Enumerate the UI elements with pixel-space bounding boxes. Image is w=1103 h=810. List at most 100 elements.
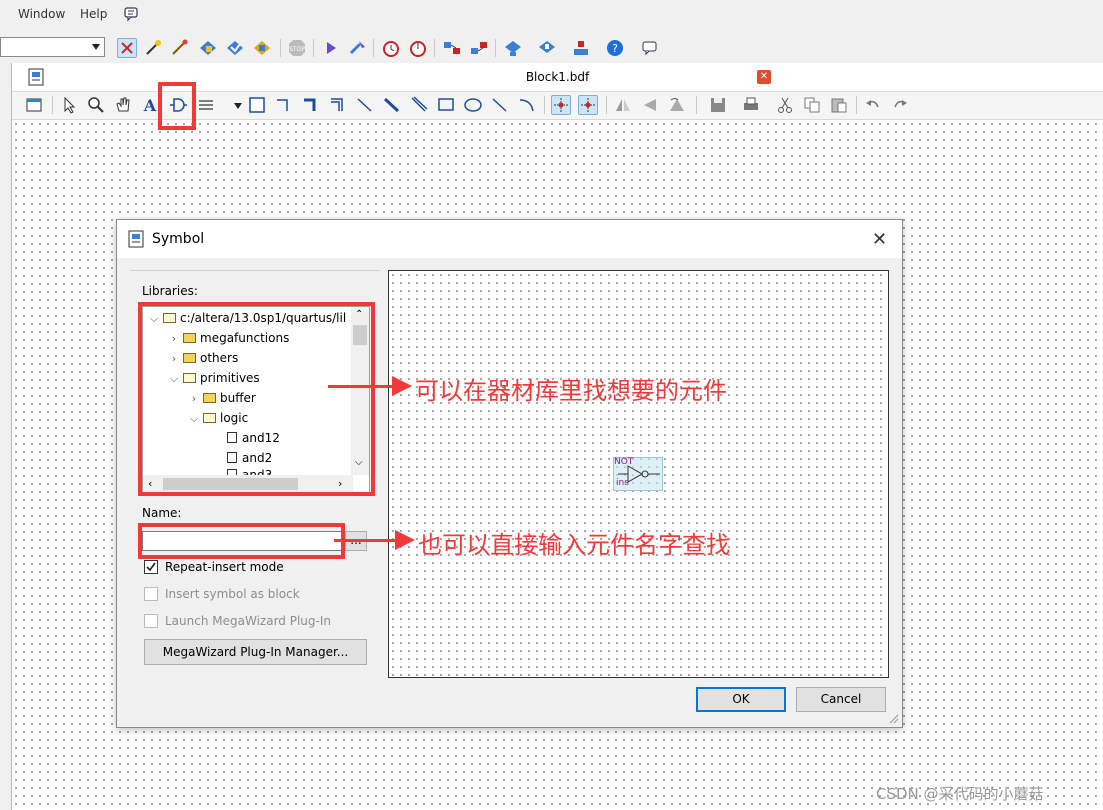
flip-horizontal-icon[interactable] (613, 95, 633, 115)
main-toolbar: STOP ? (0, 33, 1103, 64)
menu-bar: Window Help (0, 0, 1103, 30)
rotate-icon[interactable] (667, 95, 687, 115)
save-icon[interactable] (708, 95, 728, 115)
arrow-head-icon (395, 530, 415, 550)
divider (130, 270, 380, 271)
assignment-icon[interactable] (170, 38, 190, 58)
insert-as-block-checkbox[interactable] (144, 587, 158, 601)
partial-line-selection-icon[interactable] (551, 95, 571, 115)
rubberbanding-icon[interactable] (578, 95, 598, 115)
symbol-preview: NOT ins (388, 270, 889, 678)
toolbar-separator (606, 96, 607, 114)
menu-window[interactable]: Window (18, 7, 65, 21)
left-panel (0, 63, 12, 810)
technology-map-icon[interactable] (469, 38, 489, 58)
annotation-arrow (328, 385, 400, 388)
ok-button[interactable]: OK (696, 687, 786, 712)
toolbar-separator (544, 96, 545, 114)
chat-help-icon[interactable] (123, 6, 139, 22)
svg-text:?: ? (612, 42, 618, 55)
programmer-icon[interactable] (503, 38, 523, 58)
diagonal-node-icon[interactable] (355, 95, 375, 115)
dialog-titlebar: Symbol ✕ (117, 220, 902, 258)
annotation-arrow (334, 539, 400, 542)
arc-tool-icon[interactable] (517, 95, 537, 115)
help-icon[interactable]: ? (605, 38, 625, 58)
symbol-tool-highlight (158, 82, 196, 130)
library-annotation: 可以在器材库里找想要的元件 (415, 377, 727, 405)
libraries-highlight (138, 302, 375, 496)
stop-icon[interactable]: STOP (287, 38, 307, 58)
cancel-button[interactable]: Cancel (796, 687, 886, 712)
toolbar-separator (52, 96, 53, 114)
close-document-icon[interactable]: ✕ (757, 70, 771, 84)
cut-icon[interactable] (775, 95, 795, 115)
dropdown-arrow-icon[interactable] (92, 44, 100, 50)
launch-megawizard-checkbox[interactable] (144, 614, 158, 628)
block-tool-icon[interactable] (247, 95, 267, 115)
undo-icon[interactable] (863, 95, 883, 115)
analysis-icon[interactable] (198, 38, 218, 58)
project-combo[interactable] (0, 37, 105, 57)
text-tool-icon[interactable]: A (140, 95, 160, 115)
arrow-head-icon (392, 376, 412, 396)
powerplay-icon[interactable] (408, 38, 428, 58)
fitter-icon[interactable] (117, 38, 137, 58)
paste-icon[interactable] (829, 95, 849, 115)
dropdown-arrow-icon[interactable] (234, 103, 242, 109)
name-annotation: 也可以直接输入元件名字查找 (418, 531, 730, 559)
not-gate-symbol: NOT ins (613, 457, 663, 491)
orthogonal-node-icon[interactable] (274, 95, 294, 115)
repeat-insert-label: Repeat-insert mode (165, 560, 284, 574)
name-label: Name: (142, 506, 182, 520)
hand-tool-icon[interactable] (113, 95, 133, 115)
svg-text:A: A (143, 96, 157, 115)
megawizard-manager-button[interactable]: MegaWizard Plug-In Manager... (144, 639, 367, 665)
redo-icon[interactable] (890, 95, 910, 115)
dialog-title: Symbol (152, 231, 205, 247)
menu-help[interactable]: Help (80, 7, 107, 21)
toolbar-separator (495, 39, 496, 57)
toolbar-separator (280, 39, 281, 57)
start-compilation-icon[interactable] (321, 38, 341, 58)
symbol-dialog-icon (128, 230, 144, 248)
timequest-icon[interactable] (381, 38, 401, 58)
zoom-tool-icon[interactable] (86, 95, 106, 115)
toolbar-separator (434, 39, 435, 57)
selection-tool-icon[interactable] (59, 95, 79, 115)
orthogonal-bus-icon[interactable] (301, 95, 321, 115)
pin-tool-icon[interactable] (196, 95, 216, 115)
toolbar-separator (313, 39, 314, 57)
toolbar-separator (373, 39, 374, 57)
pin-planner-icon[interactable] (144, 38, 164, 58)
rectangle-tool-icon[interactable] (436, 95, 456, 115)
rtl-viewer-icon[interactable] (442, 38, 462, 58)
signaltap-icon[interactable] (571, 38, 591, 58)
instance-label: ins (616, 478, 629, 488)
detach-window-icon[interactable] (24, 95, 44, 115)
copy-icon[interactable] (802, 95, 822, 115)
diagonal-conduit-icon[interactable] (409, 95, 429, 115)
repeat-insert-checkbox[interactable] (144, 560, 158, 574)
chip-planner-icon[interactable] (537, 38, 557, 58)
flip-vertical-icon[interactable] (640, 95, 660, 115)
line-tool-icon[interactable] (490, 95, 510, 115)
oval-tool-icon[interactable] (463, 95, 483, 115)
libraries-label: Libraries: (142, 284, 198, 298)
insert-as-block-label: Insert symbol as block (165, 587, 300, 601)
start-analysis-icon[interactable] (348, 38, 368, 58)
launch-megawizard-label: Launch MegaWizard Plug-In (165, 614, 331, 628)
watermark: CSDN @采代码的小蘑菇 (876, 785, 1044, 803)
toolbar-separator (696, 96, 697, 114)
timing-icon[interactable] (252, 38, 272, 58)
whats-this-icon[interactable] (640, 38, 660, 58)
toolbar-separator (856, 96, 857, 114)
diagonal-bus-icon[interactable] (382, 95, 402, 115)
checkmark-icon (146, 562, 156, 572)
resize-grip-icon[interactable] (887, 712, 899, 724)
orthogonal-conduit-icon[interactable] (328, 95, 348, 115)
synthesis-icon[interactable] (225, 38, 245, 58)
print-icon[interactable] (741, 95, 761, 115)
svg-text:STOP: STOP (289, 46, 305, 53)
close-icon[interactable]: ✕ (872, 229, 887, 250)
